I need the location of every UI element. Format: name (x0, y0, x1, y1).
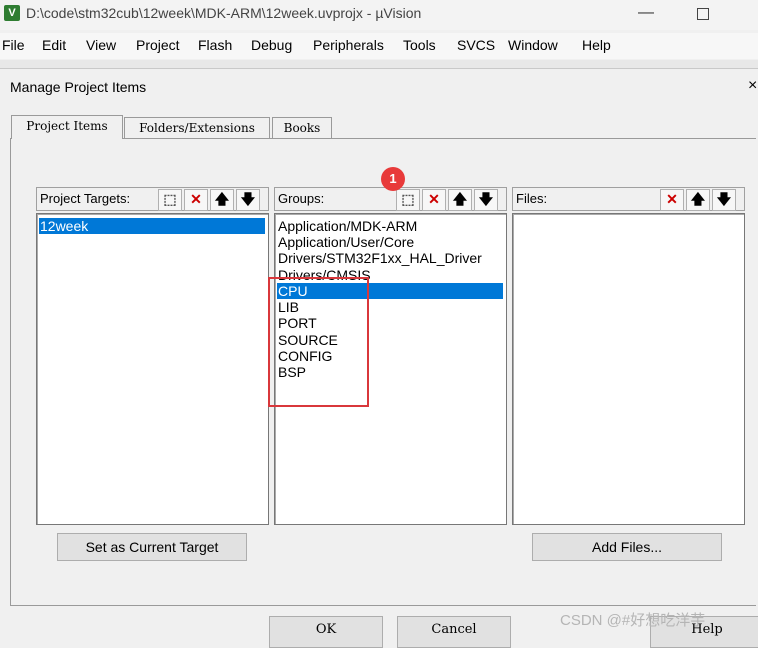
menu-help[interactable]: Help (582, 37, 611, 53)
window-title-bar: V D:\code\stm32cub\12week\MDK-ARM\12week… (0, 0, 758, 30)
toolbar-strip (0, 60, 758, 68)
menu-view[interactable]: View (86, 37, 116, 53)
move-up-icon[interactable]: 🡅 (686, 189, 710, 211)
close-icon[interactable]: × (748, 77, 757, 95)
annotation-highlight-box (268, 277, 369, 407)
menu-svcs[interactable]: SVCS (457, 37, 495, 53)
move-down-icon[interactable]: 🡇 (712, 189, 736, 211)
menu-file[interactable]: File (2, 37, 25, 53)
list-item-group[interactable]: Drivers/STM32F1xx_HAL_Driver (277, 250, 482, 266)
move-up-icon[interactable]: 🡅 (210, 189, 234, 211)
delete-file-icon[interactable]: ✕ (660, 189, 684, 211)
files-label: Files: (516, 191, 548, 206)
cancel-button[interactable]: Cancel (397, 616, 511, 648)
tab-project-items[interactable]: Project Items (11, 115, 123, 139)
uvision-app-icon: V (4, 5, 20, 21)
targets-list[interactable]: 12week (36, 213, 269, 525)
maximize-icon[interactable] (693, 4, 713, 24)
tab-books[interactable]: Books (272, 117, 332, 138)
watermark: CSDN @#好想吃洋芋 (560, 612, 706, 629)
set-current-target-button[interactable]: Set as Current Target (57, 533, 247, 561)
list-item-group[interactable]: Application/MDK-ARM (277, 218, 417, 234)
menu-debug[interactable]: Debug (251, 37, 292, 53)
dialog-title: Manage Project Items (10, 79, 147, 95)
annotation-step-badge: 1 (381, 167, 405, 191)
menu-peripherals[interactable]: Peripherals (313, 37, 384, 53)
groups-label: Groups: (278, 191, 325, 206)
move-down-icon[interactable]: 🡇 (474, 189, 498, 211)
ok-button[interactable]: OK (269, 616, 383, 648)
new-target-icon[interactable]: ⬚ (158, 189, 182, 211)
list-item-group[interactable]: Application/User/Core (277, 234, 414, 250)
files-list[interactable] (512, 213, 745, 525)
tab-folders-extensions[interactable]: Folders/Extensions (124, 117, 270, 138)
move-down-icon[interactable]: 🡇 (236, 189, 260, 211)
move-up-icon[interactable]: 🡅 (448, 189, 472, 211)
targets-header: Project Targets: ⬚ ✕ 🡅 🡇 (36, 187, 269, 211)
menu-tools[interactable]: Tools (403, 37, 436, 53)
menu-edit[interactable]: Edit (42, 37, 66, 53)
window-title: D:\code\stm32cub\12week\MDK-ARM\12week.u… (26, 5, 422, 21)
menu-flash[interactable]: Flash (198, 37, 232, 53)
menu-bar: File Edit View Project Flash Debug Perip… (0, 33, 758, 59)
menu-window[interactable]: Window (508, 37, 558, 53)
files-header: Files: ✕ 🡅 🡇 (512, 187, 745, 211)
add-files-button[interactable]: Add Files... (532, 533, 722, 561)
list-item-target[interactable]: 12week (39, 218, 265, 234)
new-group-icon[interactable]: ⬚ (396, 189, 420, 211)
delete-target-icon[interactable]: ✕ (184, 189, 208, 211)
minimize-icon[interactable]: — (636, 4, 656, 24)
menu-project[interactable]: Project (136, 37, 180, 53)
targets-label: Project Targets: (40, 191, 131, 206)
delete-group-icon[interactable]: ✕ (422, 189, 446, 211)
